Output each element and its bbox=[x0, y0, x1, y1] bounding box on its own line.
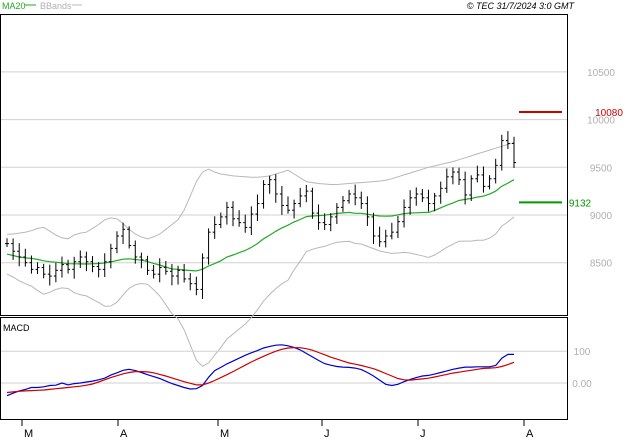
x-tick-label: A bbox=[526, 428, 534, 440]
legend-bbands-label: BBands bbox=[40, 1, 72, 11]
price-y-tick-label: 10000 bbox=[587, 116, 615, 127]
x-tick-label: M bbox=[24, 428, 33, 440]
level-label: 9132 bbox=[569, 198, 592, 209]
x-tick-label: M bbox=[220, 428, 229, 440]
macd-y-tick-label: 0.00 bbox=[572, 379, 592, 390]
price-y-tick-label: 9000 bbox=[590, 211, 613, 222]
x-tick-label: J bbox=[324, 428, 330, 440]
price-panel bbox=[0, 14, 568, 316]
macd-y-tick-label: 100 bbox=[574, 347, 591, 358]
chart-canvas: MA20 BBands © TEC 31/7/2024 3:0 GMT MACD… bbox=[0, 1, 623, 440]
x-tick-label: J bbox=[420, 428, 426, 440]
x-tick-label: A bbox=[120, 428, 128, 440]
price-y-tick-label: 10500 bbox=[587, 68, 615, 79]
price-y-tick-label: 9500 bbox=[590, 163, 613, 174]
copyright-text: © TEC 31/7/2024 3:0 GMT bbox=[467, 1, 576, 11]
price-y-tick-label: 8500 bbox=[590, 259, 613, 270]
legend-ma20-label: MA20 bbox=[2, 1, 26, 11]
macd-panel-title: MACD bbox=[3, 323, 30, 333]
